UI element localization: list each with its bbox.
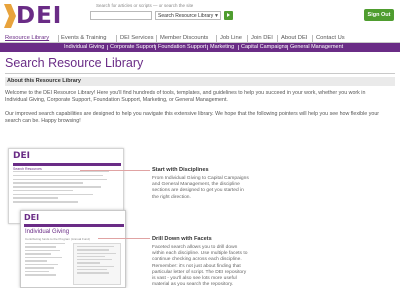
nav-divider	[247, 35, 248, 42]
callout-facets-text: Faceted search allows you to drill down …	[152, 245, 248, 288]
subnav-general-management[interactable]: General Management	[290, 43, 343, 52]
nav-divider	[216, 35, 217, 42]
subnav-divider	[207, 45, 208, 50]
search-scope-value: Search Resource Library	[158, 13, 214, 19]
discipline-subnav: Individual Giving Corporate Support Foun…	[0, 43, 400, 52]
screenshot-discipline-page: DEI Individual Giving Contributing funds…	[20, 210, 126, 288]
subnav-capital-campaigns[interactable]: Capital Campaigns	[241, 43, 287, 52]
thumb-text-lines	[13, 171, 113, 205]
nav-divider	[58, 35, 59, 42]
nav-contact-us[interactable]: Contact Us	[316, 34, 345, 43]
search-input[interactable]	[90, 11, 152, 20]
nav-about-dei[interactable]: About DEI	[281, 34, 307, 43]
sign-out-button[interactable]: Sign Out	[364, 9, 394, 21]
thumb-subtitle: Contributing funds to the Program (Annua…	[25, 237, 90, 241]
search-hint: Search for articles or scripts — or sear…	[96, 3, 194, 8]
nav-events-training[interactable]: Events & Training	[61, 34, 106, 43]
nav-divider	[312, 35, 313, 42]
subnav-foundation-support[interactable]: Foundation Support	[158, 43, 206, 52]
callout-pointer-line	[80, 170, 150, 171]
nav-dei-services[interactable]: DEI Services	[120, 34, 154, 43]
thumb-nav-bar	[13, 163, 121, 166]
section-heading: About this Resource Library	[5, 77, 395, 86]
subnav-divider	[155, 45, 156, 50]
nav-divider	[156, 35, 157, 42]
callout-disciplines-text: From Individual Giving to Capital Campai…	[152, 176, 249, 200]
thumb-title: Individual Giving	[25, 229, 70, 235]
main-nav: Resource Library Events & Training DEI S…	[0, 34, 400, 43]
callout-facets-title: Drill Down with Facets	[152, 236, 212, 242]
thumb-facet-list	[25, 243, 69, 278]
nav-job-line[interactable]: Job Line	[220, 34, 242, 43]
screenshot-composite: DEI Search Resources DEI Individual Givi…	[8, 148, 126, 288]
subnav-corporate-support[interactable]: Corporate Support	[110, 43, 155, 52]
thumb-nav-bar	[24, 224, 124, 227]
title-divider	[5, 73, 395, 74]
logo-text: DEI	[16, 3, 63, 29]
callout-disciplines-title: Start with Disciplines	[152, 167, 209, 173]
subnav-marketing[interactable]: Marketing	[210, 43, 234, 52]
subnav-divider	[238, 45, 239, 50]
chevron-down-icon: ▼	[214, 13, 219, 19]
search-paragraph: Our improved search capabilities are des…	[5, 111, 380, 124]
subnav-divider	[287, 45, 288, 50]
thumb-logo: DEI	[13, 151, 30, 161]
nav-resource-library[interactable]: Resource Library	[5, 34, 49, 43]
intro-paragraph: Welcome to the DEI Resource Library! Her…	[5, 90, 366, 103]
site-header: DEI Search for articles or scripts — or …	[0, 0, 400, 34]
thumb-results-box	[73, 243, 121, 285]
nav-member-discounts[interactable]: Member Discounts	[160, 34, 208, 43]
subnav-divider	[107, 45, 108, 50]
search-go-button[interactable]	[224, 11, 233, 20]
nav-join-dei[interactable]: Join DEI	[251, 34, 273, 43]
thumb-logo: DEI	[24, 213, 40, 222]
search-scope-select[interactable]: Search Resource Library ▼	[155, 11, 221, 20]
callout-pointer-line	[98, 238, 150, 239]
nav-divider	[277, 35, 278, 42]
page-title: Search Resource Library	[5, 56, 144, 70]
nav-divider	[116, 35, 117, 42]
subnav-individual-giving[interactable]: Individual Giving	[64, 43, 104, 52]
dei-logo[interactable]: DEI	[4, 2, 74, 32]
logo-chevron-icon	[4, 4, 16, 28]
